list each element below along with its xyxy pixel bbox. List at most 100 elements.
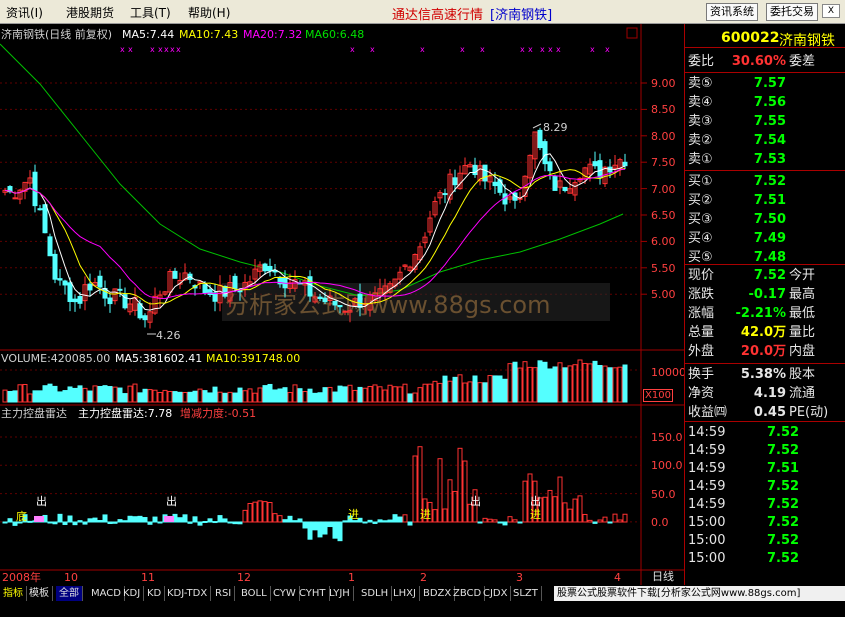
row-value: 7.50 xyxy=(753,212,786,227)
menu-info[interactable]: 资讯(I) xyxy=(6,4,43,21)
tick-row: 15:00 7.52 xyxy=(685,532,845,550)
candle-body xyxy=(337,305,343,308)
indicator-bar xyxy=(287,515,293,523)
volume-bar xyxy=(92,385,98,403)
signal-mark: x xyxy=(120,45,125,54)
tick-price: 7.52 xyxy=(767,551,800,566)
indicator-bar xyxy=(72,521,78,526)
indicator-tab[interactable]: KDJ-TDX xyxy=(164,586,212,601)
volume-bar xyxy=(182,392,188,403)
candle-body xyxy=(107,297,113,305)
signal-mark: x xyxy=(170,45,175,54)
volume-bar xyxy=(332,391,338,403)
indicator-bar xyxy=(217,515,223,523)
signal-mark: x xyxy=(176,45,181,54)
volume-bar xyxy=(482,382,488,403)
volume-bar xyxy=(47,383,53,403)
signal-mark: x xyxy=(370,45,375,54)
indicator-tab[interactable]: SDLH xyxy=(358,586,393,601)
indicator-bar xyxy=(612,513,618,523)
volume-bar xyxy=(277,388,283,403)
volume-bar xyxy=(467,381,473,403)
indicator-bar xyxy=(622,513,628,523)
volume-bar xyxy=(322,387,328,403)
volume-bar xyxy=(247,388,253,403)
indicator-tab[interactable]: KDJ xyxy=(120,586,145,601)
indicator-bar xyxy=(82,521,88,525)
candle-body xyxy=(552,175,558,191)
menu-help[interactable]: 帮助(H) xyxy=(188,4,230,21)
volume-bar xyxy=(142,388,148,403)
indicator-name: 主力控盘雷达 xyxy=(1,407,67,420)
close-icon[interactable]: X xyxy=(822,4,840,18)
indicator-tab[interactable]: SLZT xyxy=(510,586,542,601)
tick-price: 7.52 xyxy=(767,425,800,440)
stat-row: 外盘 20.0万 内盘 xyxy=(685,343,845,361)
ad-banner[interactable]: 股票公式股票软件下载[分析家公式网www.88gs.com] xyxy=(554,586,845,601)
tick-row: 14:59 7.52 xyxy=(685,424,845,442)
row-value: 7.55 xyxy=(753,114,786,129)
indicator-bar xyxy=(517,521,523,524)
volume-bar xyxy=(602,365,608,403)
indicator-bar xyxy=(102,514,108,523)
indicator-tab[interactable]: RSI xyxy=(212,586,236,601)
candle-body xyxy=(492,181,498,187)
volume-bar xyxy=(222,392,228,403)
indicator-bar xyxy=(187,521,193,524)
volume-bar xyxy=(527,366,533,403)
tick-price: 7.52 xyxy=(767,533,800,548)
indicator-tab[interactable]: 模板 xyxy=(26,586,53,601)
chart-area[interactable]: 分析家公式网www.88gs.com xxxxxxxxxxxxxxxxxxx xyxy=(0,24,684,585)
indicator-bar xyxy=(492,519,498,523)
indicator-bar xyxy=(397,516,403,523)
menu-tools[interactable]: 工具(T) xyxy=(130,4,171,21)
menu-hk-futures[interactable]: 港股期货 xyxy=(66,4,114,21)
indicator-bar xyxy=(597,519,603,523)
indicator-bar xyxy=(222,518,228,523)
indicator-tab[interactable]: CYHT xyxy=(296,586,330,601)
volume-bar xyxy=(382,389,388,403)
indicator-bar xyxy=(562,502,568,523)
indicator-bar xyxy=(77,520,83,523)
price-axis-label: 9.00 xyxy=(651,77,676,90)
volume-bars xyxy=(2,359,628,403)
signal-mark: x xyxy=(556,45,561,54)
indicator-tab[interactable]: LHXJ xyxy=(390,586,420,601)
volume-bar xyxy=(352,389,358,403)
volume-bar xyxy=(452,376,458,403)
stock-code: 600022 xyxy=(721,30,780,46)
candle-body xyxy=(442,193,448,196)
row-label: 卖② xyxy=(688,133,713,148)
indicator-bar xyxy=(392,514,398,523)
indicator-tab[interactable]: 指标 xyxy=(0,586,27,601)
tick-row: 14:59 7.52 xyxy=(685,496,845,514)
volume-bar xyxy=(257,387,263,403)
indicator-tab[interactable]: KD xyxy=(144,586,166,601)
candle-body xyxy=(42,204,48,234)
bid-row: 买② 7.51 xyxy=(685,192,845,210)
volume-bar xyxy=(447,380,453,403)
indicator-tab[interactable]: CJDX xyxy=(480,586,512,601)
indicator-bar xyxy=(67,515,73,523)
volume-bar xyxy=(502,378,508,403)
candle-body xyxy=(117,288,123,291)
indicator-tab[interactable]: BOLL xyxy=(238,586,271,601)
volume-bar xyxy=(217,391,223,403)
row-label: 涨幅 xyxy=(688,306,715,321)
volume-bar xyxy=(487,375,493,403)
volume-bar xyxy=(442,375,448,403)
info-system-button[interactable]: 资讯系统 xyxy=(706,3,758,21)
volume-bar xyxy=(117,387,123,403)
period-label[interactable]: 日线 xyxy=(652,570,674,583)
signal-enter: 进 xyxy=(530,508,541,521)
volume-bar xyxy=(107,386,113,403)
trade-button[interactable]: 委托交易 xyxy=(766,3,818,21)
ask-row: 卖② 7.54 xyxy=(685,132,845,150)
indicator-bar xyxy=(152,516,158,523)
tick-row: 14:59 7.51 xyxy=(685,460,845,478)
volume-bar xyxy=(317,392,323,403)
indicator-tab[interactable]: 全部 xyxy=(56,586,83,601)
indicator-bar xyxy=(342,520,348,523)
indicator-tab[interactable]: LYJH xyxy=(326,586,354,601)
volume-label: VOLUME:420085.00 xyxy=(1,352,111,365)
